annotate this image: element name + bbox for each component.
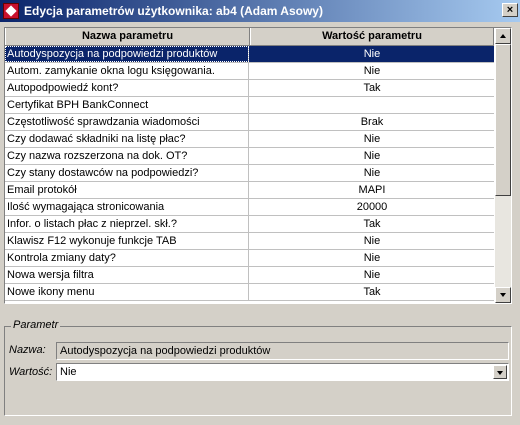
app-icon xyxy=(3,3,19,19)
table-row[interactable]: Email protokół MAPI xyxy=(5,182,494,199)
value-label: Wartość: xyxy=(9,366,53,378)
parameter-value-cell[interactable]: Nie xyxy=(250,267,494,283)
table-row[interactable]: Nowa wersja filtra Nie xyxy=(5,267,494,284)
parameter-name-cell[interactable]: Autodyspozycja na podpowiedzi produktów xyxy=(5,46,249,62)
parameter-value-cell[interactable]: Tak xyxy=(250,80,494,96)
parameter-value-cell[interactable]: Nie xyxy=(250,63,494,79)
parameter-name-cell[interactable]: Ilość wymagająca stronicowania xyxy=(5,199,249,215)
vertical-scrollbar[interactable] xyxy=(495,28,511,303)
parameter-value-cell[interactable]: Nie xyxy=(250,148,494,164)
scroll-up-arrow-icon[interactable] xyxy=(495,28,511,44)
close-button[interactable]: × xyxy=(502,3,518,17)
title-bar: Edycja parametrów użytkownika: ab4 (Adam… xyxy=(0,0,520,22)
parameter-value-cell[interactable] xyxy=(250,97,494,113)
parameter-name-cell[interactable]: Email protokół xyxy=(5,182,249,198)
parameter-value-cell[interactable]: Tak xyxy=(250,216,494,232)
value-combobox[interactable]: Nie xyxy=(56,363,509,381)
parameters-grid[interactable]: Nazwa parametru Wartość parametru Autody… xyxy=(4,27,512,304)
parameter-name-cell[interactable]: Nowe ikony menu xyxy=(5,284,249,300)
parameter-name-cell[interactable]: Autopodpowiedź kont? xyxy=(5,80,249,96)
parameter-value-cell[interactable]: Nie xyxy=(250,165,494,181)
table-row[interactable]: Ilość wymagająca stronicowania 20000 xyxy=(5,199,494,216)
table-row[interactable]: Czy dodawać składniki na listę płac? Nie xyxy=(5,131,494,148)
parameter-name-cell[interactable]: Certyfikat BPH BankConnect xyxy=(5,97,249,113)
parameter-name-cell[interactable]: Klawisz F12 wykonuje funkcje TAB xyxy=(5,233,249,249)
table-row[interactable]: Czy stany dostawców na podpowiedzi? Nie xyxy=(5,165,494,182)
parameter-name-cell[interactable]: Autom. zamykanie okna logu księgowania. xyxy=(5,63,249,79)
name-label: Nazwa: xyxy=(9,344,46,356)
table-row[interactable]: Autom. zamykanie okna logu księgowania. N… xyxy=(5,63,494,80)
table-row[interactable]: Kontrola zmiany daty? Nie xyxy=(5,250,494,267)
parameter-value-cell[interactable]: 20000 xyxy=(250,199,494,215)
parameter-name-cell[interactable]: Infor. o listach płac z nieprzel. skł.? xyxy=(5,216,249,232)
parameter-value-cell[interactable]: Nie xyxy=(250,250,494,266)
parameter-name-cell[interactable]: Częstotliwość sprawdzania wiadomości xyxy=(5,114,249,130)
table-row[interactable]: Czy nazwa rozszerzona na dok. OT? Nie xyxy=(5,148,494,165)
chevron-down-icon[interactable] xyxy=(493,365,507,379)
table-row[interactable]: Częstotliwość sprawdzania wiadomości Brak xyxy=(5,114,494,131)
parameter-name-cell[interactable]: Nowa wersja filtra xyxy=(5,267,249,283)
parameter-value-cell[interactable]: MAPI xyxy=(250,182,494,198)
parameter-value-cell[interactable]: Brak xyxy=(250,114,494,130)
table-row[interactable]: Infor. o listach płac z nieprzel. skł.? T… xyxy=(5,216,494,233)
table-row[interactable]: Klawisz F12 wykonuje funkcje TAB Nie xyxy=(5,233,494,250)
table-row[interactable]: Autodyspozycja na podpowiedzi produktów N… xyxy=(5,46,494,63)
table-row[interactable]: Certyfikat BPH BankConnect xyxy=(5,97,494,114)
name-field: Autodyspozycja na podpowiedzi produktów xyxy=(56,342,509,360)
parameter-value-cell[interactable]: Tak xyxy=(250,284,494,300)
window-title: Edycja parametrów użytkownika: ab4 (Adam… xyxy=(24,4,323,18)
parameter-value-cell[interactable]: Nie xyxy=(250,233,494,249)
scroll-down-arrow-icon[interactable] xyxy=(495,287,511,303)
grid-rows: Autodyspozycja na podpowiedzi produktów N… xyxy=(5,46,494,301)
grid-header: Nazwa parametru Wartość parametru xyxy=(5,28,494,46)
parameter-name-cell[interactable]: Czy nazwa rozszerzona na dok. OT? xyxy=(5,148,249,164)
parameter-value-cell[interactable]: Nie xyxy=(250,46,494,62)
column-header-name[interactable]: Nazwa parametru xyxy=(5,28,250,45)
parameter-group-legend: Parametr xyxy=(11,319,61,331)
parameter-name-cell[interactable]: Kontrola zmiany daty? xyxy=(5,250,249,266)
column-header-value[interactable]: Wartość parametru xyxy=(250,28,494,45)
table-row[interactable]: Nowe ikony menu Tak xyxy=(5,284,494,301)
parameter-name-cell[interactable]: Czy stany dostawców na podpowiedzi? xyxy=(5,165,249,181)
parameter-name-cell[interactable]: Czy dodawać składniki na listę płac? xyxy=(5,131,249,147)
value-combobox-text: Nie xyxy=(60,366,77,378)
scroll-thumb[interactable] xyxy=(495,44,511,196)
parameter-value-cell[interactable]: Nie xyxy=(250,131,494,147)
parameter-groupbox: Parametr Nazwa: Autodyspozycja na podpow… xyxy=(4,319,512,416)
table-row[interactable]: Autopodpowiedź kont? Tak xyxy=(5,80,494,97)
